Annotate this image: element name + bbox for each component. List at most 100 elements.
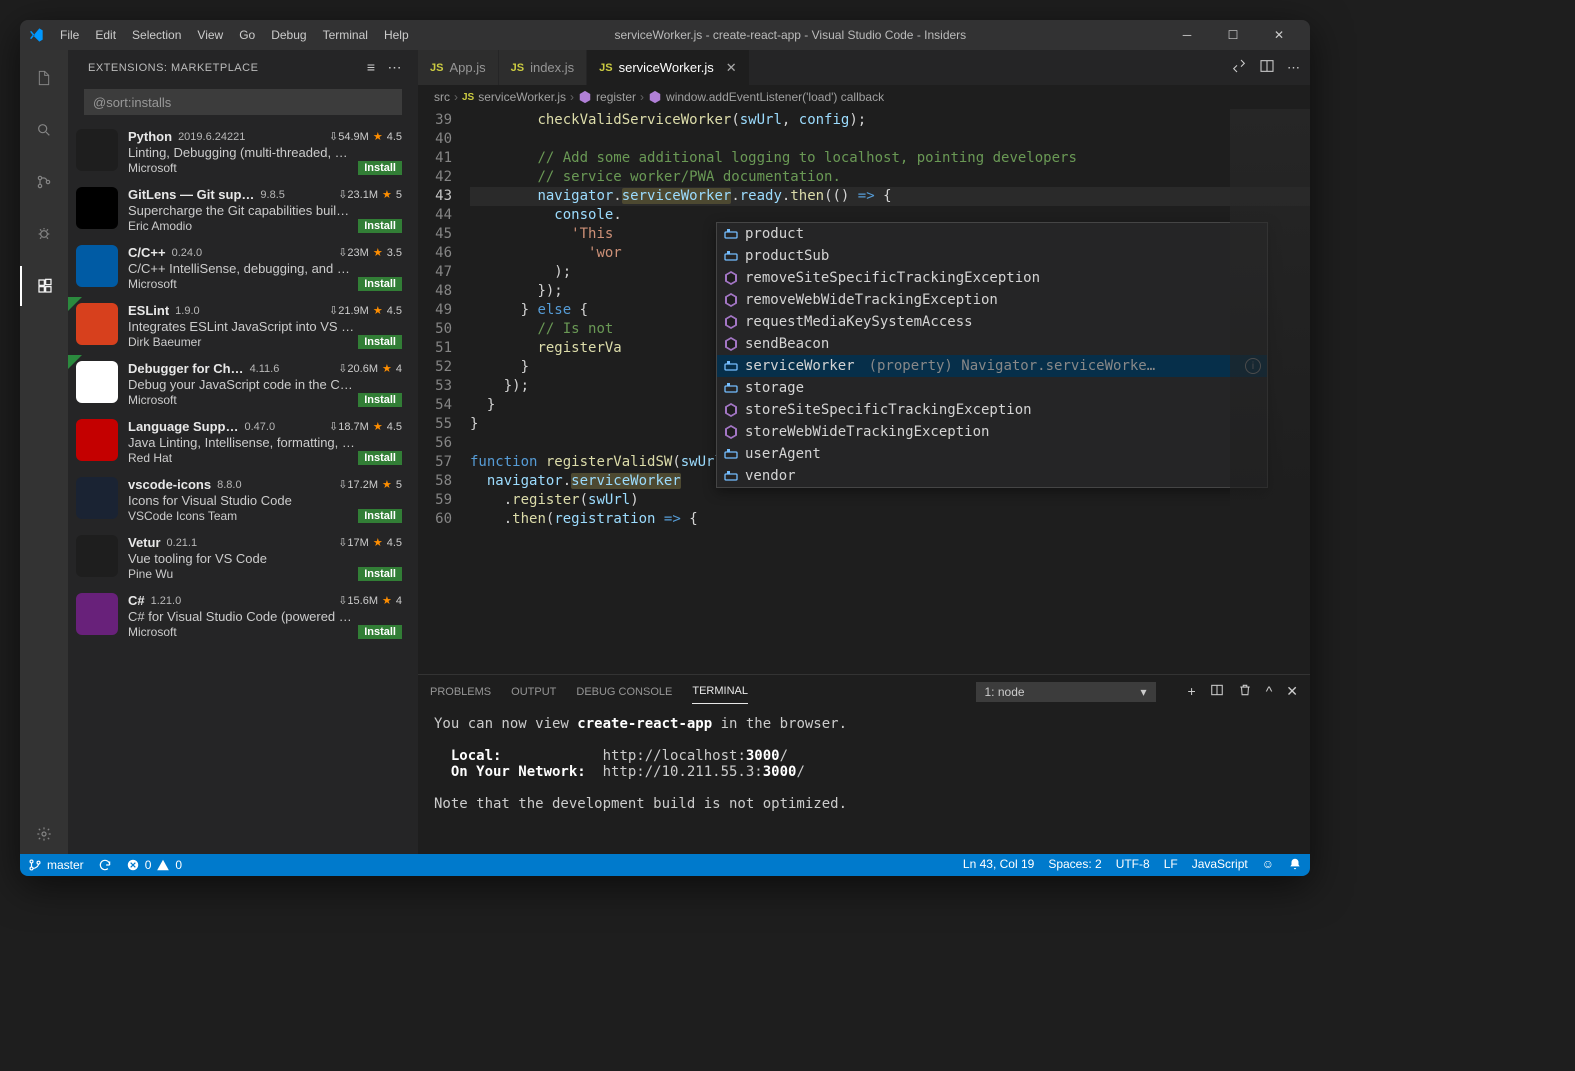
suggest-item[interactable]: removeSiteSpecificTrackingException xyxy=(717,267,1267,289)
maximize-panel-icon[interactable]: ^ xyxy=(1266,683,1273,700)
suggest-item[interactable]: storeSiteSpecificTrackingException xyxy=(717,399,1267,421)
encoding-status[interactable]: UTF-8 xyxy=(1116,857,1150,874)
extension-item[interactable]: C/C++0.24.0⇩23M ★ 3.5 C/C++ IntelliSense… xyxy=(68,239,418,297)
split-editor-icon[interactable] xyxy=(1259,58,1275,77)
editor-tab[interactable]: JSindex.js xyxy=(499,50,588,85)
breadcrumb-item[interactable]: window.addEventListener('load') callback xyxy=(666,90,884,104)
suggest-item[interactable]: userAgent xyxy=(717,443,1267,465)
suggest-item[interactable]: vendor xyxy=(717,465,1267,487)
extension-icon xyxy=(76,303,118,345)
extensions-icon[interactable] xyxy=(20,266,68,306)
extension-item[interactable]: Debugger for Ch…4.11.6⇩20.6M ★ 4 Debug y… xyxy=(68,355,418,413)
code-content[interactable]: checkValidServiceWorker(swUrl, config); … xyxy=(470,109,1310,674)
install-button[interactable]: Install xyxy=(358,161,402,175)
suggest-label: removeSiteSpecificTrackingException xyxy=(745,270,1040,286)
code-line[interactable]: .then(registration => { xyxy=(470,510,1310,529)
code-line[interactable]: checkValidServiceWorker(swUrl, config); xyxy=(470,111,1310,130)
git-branch-status[interactable]: master xyxy=(28,858,84,872)
suggest-item[interactable]: storage xyxy=(717,377,1267,399)
terminal-selector[interactable]: 1: node▾ xyxy=(976,682,1156,702)
kill-terminal-icon[interactable] xyxy=(1238,683,1252,700)
menu-selection[interactable]: Selection xyxy=(124,24,189,46)
source-control-icon[interactable] xyxy=(20,162,68,202)
method-icon xyxy=(578,90,592,104)
menu-file[interactable]: File xyxy=(52,24,87,46)
install-button[interactable]: Install xyxy=(358,509,402,523)
suggest-item[interactable]: storeWebWideTrackingException xyxy=(717,421,1267,443)
install-button[interactable]: Install xyxy=(358,451,402,465)
indentation-status[interactable]: Spaces: 2 xyxy=(1048,857,1101,874)
window-controls: ─ ☐ ✕ xyxy=(1164,20,1302,50)
code-line[interactable]: // service worker/PWA documentation. xyxy=(470,168,1310,187)
problems-status[interactable]: 0 0 xyxy=(126,858,182,872)
panel-tab-output[interactable]: OUTPUT xyxy=(511,680,556,704)
close-tab-icon[interactable]: ✕ xyxy=(726,60,737,76)
explorer-icon[interactable] xyxy=(20,58,68,98)
panel-tab-terminal[interactable]: TERMINAL xyxy=(692,679,748,704)
extension-item[interactable]: C#1.21.0⇩15.6M ★ 4 C# for Visual Studio … xyxy=(68,587,418,645)
intellisense-popup[interactable]: productproductSub removeSiteSpecificTrack… xyxy=(716,222,1268,488)
close-button[interactable]: ✕ xyxy=(1256,20,1302,50)
menu-terminal[interactable]: Terminal xyxy=(315,24,376,46)
code-line[interactable] xyxy=(470,130,1310,149)
line-number: 52 xyxy=(418,358,470,377)
install-button[interactable]: Install xyxy=(358,393,402,407)
language-mode[interactable]: JavaScript xyxy=(1192,857,1248,874)
extension-item[interactable]: Python2019.6.24221⇩54.9M ★ 4.5 Linting, … xyxy=(68,123,418,181)
menu-go[interactable]: Go xyxy=(231,24,263,46)
feedback-icon[interactable]: ☺ xyxy=(1262,857,1274,874)
suggest-item[interactable]: requestMediaKeySystemAccess xyxy=(717,311,1267,333)
menu-view[interactable]: View xyxy=(189,24,231,46)
terminal-output[interactable]: You can now view create-react-app in the… xyxy=(418,708,1310,854)
menu-edit[interactable]: Edit xyxy=(87,24,124,46)
debug-icon[interactable] xyxy=(20,214,68,254)
breadcrumb-item[interactable]: src xyxy=(434,90,450,104)
editor-tab[interactable]: JSserviceWorker.js✕ xyxy=(587,50,750,85)
install-button[interactable]: Install xyxy=(358,219,402,233)
breadcrumb-item[interactable]: register xyxy=(596,90,636,104)
code-line[interactable]: // Add some additional logging to localh… xyxy=(470,149,1310,168)
code-line[interactable]: .register(swUrl) xyxy=(470,491,1310,510)
more-actions-icon[interactable]: ⋯ xyxy=(388,59,403,76)
cursor-position[interactable]: Ln 43, Col 19 xyxy=(963,857,1034,874)
menu-help[interactable]: Help xyxy=(376,24,417,46)
suggest-item[interactable]: removeWebWideTrackingException xyxy=(717,289,1267,311)
code-line[interactable]: navigator.serviceWorker.ready.then(() =>… xyxy=(470,187,1310,206)
compare-icon[interactable] xyxy=(1231,58,1247,77)
extension-item[interactable]: Language Supp…0.47.0⇩18.7M ★ 4.5 Java Li… xyxy=(68,413,418,471)
extension-item[interactable]: vscode-icons8.8.0⇩17.2M ★ 5 Icons for Vi… xyxy=(68,471,418,529)
install-button[interactable]: Install xyxy=(358,625,402,639)
breadcrumb-item[interactable]: serviceWorker.js xyxy=(478,90,566,104)
split-terminal-icon[interactable] xyxy=(1210,683,1224,700)
suggest-item[interactable]: serviceWorker(property) Navigator.servic… xyxy=(717,355,1267,377)
breadcrumb[interactable]: src› JS serviceWorker.js› register› wind… xyxy=(418,85,1310,109)
new-terminal-icon[interactable]: + xyxy=(1188,683,1196,700)
extension-search-input[interactable]: @sort:installs xyxy=(84,89,402,115)
maximize-button[interactable]: ☐ xyxy=(1210,20,1256,50)
sync-status[interactable] xyxy=(98,858,112,872)
panel-tab-problems[interactable]: PROBLEMS xyxy=(430,680,491,704)
filter-icon[interactable]: ≡ xyxy=(367,59,376,76)
close-panel-icon[interactable]: ✕ xyxy=(1286,683,1298,700)
suggest-item[interactable]: sendBeacon xyxy=(717,333,1267,355)
editor-tab[interactable]: JSApp.js xyxy=(418,50,499,85)
more-actions-icon[interactable]: ⋯ xyxy=(1287,60,1300,76)
suggest-item[interactable]: productSub xyxy=(717,245,1267,267)
extension-icon xyxy=(76,477,118,519)
extension-item[interactable]: Vetur0.21.1⇩17M ★ 4.5 Vue tooling for VS… xyxy=(68,529,418,587)
install-button[interactable]: Install xyxy=(358,277,402,291)
search-icon[interactable] xyxy=(20,110,68,150)
extension-item[interactable]: ESLint1.9.0⇩21.9M ★ 4.5 Integrates ESLin… xyxy=(68,297,418,355)
code-editor[interactable]: 3940414243444546474849505152535455565758… xyxy=(418,109,1310,674)
notifications-icon[interactable] xyxy=(1288,857,1302,874)
minimize-button[interactable]: ─ xyxy=(1164,20,1210,50)
extension-item[interactable]: GitLens — Git sup…9.8.5⇩23.1M ★ 5 Superc… xyxy=(68,181,418,239)
suggest-item[interactable]: product xyxy=(717,223,1267,245)
menu-debug[interactable]: Debug xyxy=(263,24,314,46)
panel-tab-debug-console[interactable]: DEBUG CONSOLE xyxy=(576,680,672,704)
settings-gear-icon[interactable] xyxy=(20,814,68,854)
eol-status[interactable]: LF xyxy=(1164,857,1178,874)
install-button[interactable]: Install xyxy=(358,335,402,349)
minimap[interactable] xyxy=(1230,109,1310,674)
install-button[interactable]: Install xyxy=(358,567,402,581)
